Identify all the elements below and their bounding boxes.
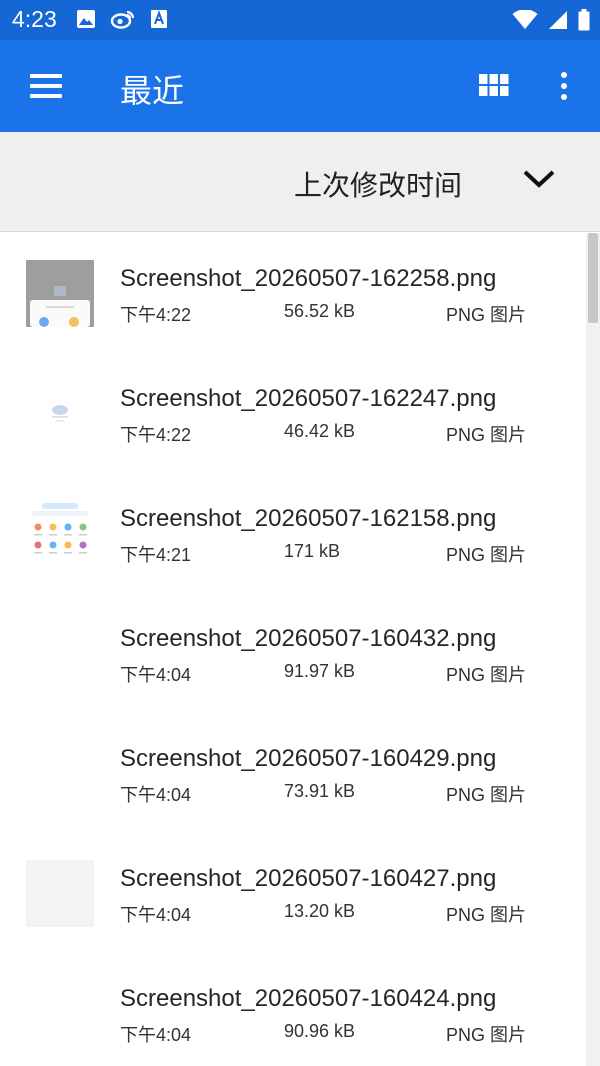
file-type: PNG 图片 <box>446 665 527 685</box>
file-thumbnail <box>26 260 94 327</box>
scrollbar[interactable] <box>586 233 600 1066</box>
file-name: Screenshot_20260507-160432.png <box>120 625 497 652</box>
file-date: 下午4:04 <box>120 665 192 685</box>
file-type: PNG 图片 <box>446 905 527 925</box>
hamburger-menu-icon[interactable] <box>30 72 64 100</box>
file-date: 下午4:04 <box>120 1025 192 1045</box>
file-size: 13.20 kB <box>284 901 356 921</box>
file-size: 46.42 kB <box>284 421 356 441</box>
file-size: 73.91 kB <box>284 781 356 801</box>
file-thumbnail <box>26 980 94 1047</box>
status-bar: 4:23 <box>0 0 600 40</box>
more-vertical-icon[interactable] <box>552 68 576 104</box>
file-row[interactable]: Screenshot_20260507-162158.png 下午4:21 17… <box>0 473 586 593</box>
file-date: 下午4:04 <box>120 785 192 805</box>
file-row[interactable]: Screenshot_20260507-160429.png 下午4:04 73… <box>0 713 586 833</box>
file-date: 下午4:21 <box>120 545 192 565</box>
file-date: 下午4:22 <box>120 425 192 445</box>
file-type: PNG 图片 <box>446 305 527 325</box>
file-size: 91.97 kB <box>284 661 356 681</box>
file-type: PNG 图片 <box>446 425 527 445</box>
status-time: 4:23 <box>12 6 57 32</box>
sort-by-last-modified[interactable]: 上次修改时间 <box>294 164 462 204</box>
file-name: Screenshot_20260507-160429.png <box>120 745 497 772</box>
battery-icon <box>578 9 590 31</box>
file-type: PNG 图片 <box>446 1025 527 1045</box>
wifi-icon <box>512 10 538 29</box>
file-row[interactable]: Screenshot_20260507-160424.png 下午4:04 90… <box>0 953 586 1066</box>
signal-icon <box>549 11 567 29</box>
file-name: Screenshot_20260507-160424.png <box>120 985 497 1012</box>
file-type: PNG 图片 <box>446 545 527 565</box>
file-thumbnail <box>26 380 94 447</box>
file-size: 171 kB <box>284 541 341 561</box>
file-row[interactable]: Screenshot_20260507-160432.png 下午4:04 91… <box>0 593 586 713</box>
chevron-down-icon[interactable] <box>522 168 556 190</box>
file-type: PNG 图片 <box>446 785 527 805</box>
grid-view-icon[interactable] <box>478 72 510 100</box>
file-name: Screenshot_20260507-160427.png <box>120 865 497 892</box>
status-icons-right <box>512 9 590 31</box>
file-thumbnail <box>26 500 94 567</box>
file-thumbnail <box>26 740 94 807</box>
file-date: 下午4:22 <box>120 305 192 325</box>
file-size: 56.52 kB <box>284 301 356 321</box>
status-icons-left <box>76 9 168 29</box>
file-date: 下午4:04 <box>120 905 192 925</box>
file-row[interactable]: Screenshot_20260507-162247.png 下午4:22 46… <box>0 353 586 473</box>
image-icon <box>77 10 95 28</box>
file-name: Screenshot_20260507-162247.png <box>120 385 497 412</box>
sort-bar: 上次修改时间 <box>0 132 600 232</box>
page-title: 最近 <box>120 72 185 110</box>
file-row[interactable]: Screenshot_20260507-162258.png 下午4:22 56… <box>0 233 586 353</box>
file-name: Screenshot_20260507-162258.png <box>120 265 497 292</box>
file-name: Screenshot_20260507-162158.png <box>120 505 497 532</box>
file-thumbnail <box>26 860 94 927</box>
file-thumbnail <box>26 620 94 687</box>
scroll-thumb[interactable] <box>588 233 598 323</box>
file-list: Screenshot_20260507-162258.png 下午4:22 56… <box>0 233 586 1066</box>
file-size: 90.96 kB <box>284 1021 356 1041</box>
app-bar: 最近 <box>0 40 600 132</box>
text-a-icon <box>151 10 167 28</box>
file-row[interactable]: Screenshot_20260507-160427.png 下午4:04 13… <box>0 833 586 953</box>
weibo-icon <box>110 10 135 29</box>
